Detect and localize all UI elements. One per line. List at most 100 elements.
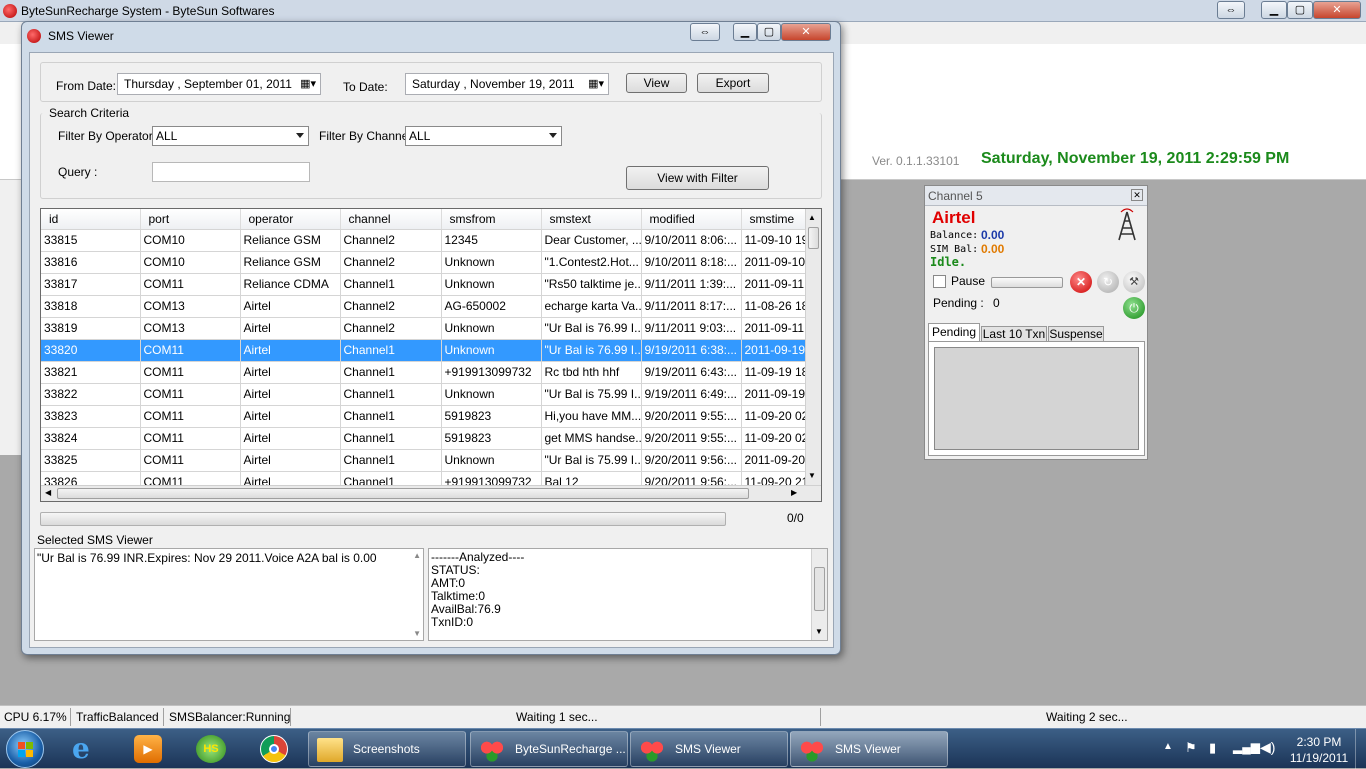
- column-header[interactable]: smstime: [741, 209, 806, 230]
- table-row[interactable]: 33818 COM13 Airtel Channel2 AG-650002 echarge…: [41, 295, 806, 318]
- analyzed-textbox[interactable]: -------Analyzed---- STATUS: AMT:0 Talkti…: [428, 548, 828, 641]
- table-row[interactable]: 33825 COM11 Airtel Channel1 Unknown "Ur Bal i…: [41, 449, 806, 472]
- table-row[interactable]: 33822 COM11 Airtel Channel1 Unknown "Ur Bal i…: [41, 383, 806, 406]
- selected-sms-textbox[interactable]: "Ur Bal is 76.99 INR.Expires: Nov 29 201…: [34, 548, 424, 641]
- table-cell: Hi,you have MM...: [541, 405, 642, 428]
- scroll-down-icon[interactable]: ▼: [808, 471, 816, 480]
- filter-channel-select[interactable]: ALL: [405, 126, 562, 146]
- action-center-icon[interactable]: ⚑: [1185, 740, 1197, 756]
- filter-operator-value: ALL: [156, 129, 178, 143]
- chrome-icon[interactable]: [260, 735, 288, 763]
- tab-suspense[interactable]: Suspense: [1048, 326, 1104, 342]
- table-row[interactable]: 33821 COM11 Airtel Channel1 +919913099732 Rc …: [41, 361, 806, 384]
- table-cell: Unknown: [441, 273, 542, 296]
- column-header[interactable]: modified: [641, 209, 742, 230]
- table-cell: COM11: [140, 383, 241, 406]
- close-button[interactable]: ✕: [781, 23, 831, 41]
- from-date-picker[interactable]: Thursday , September 01, 2011 ▦▾: [117, 73, 321, 95]
- table-row[interactable]: 33816 COM10 Reliance GSM Channel2 Unknown "1.…: [41, 251, 806, 274]
- table-row[interactable]: 33823 COM11 Airtel Channel1 5919823 Hi,you ha…: [41, 405, 806, 428]
- table-cell: Airtel: [240, 295, 341, 318]
- table-row[interactable]: 33815 COM10 Reliance GSM Channel2 12345 Dear …: [41, 229, 806, 252]
- minimize-button[interactable]: ▁: [1261, 1, 1287, 19]
- view-with-filter-button[interactable]: View with Filter: [626, 166, 769, 190]
- table-cell: 5919823: [441, 405, 542, 428]
- close-icon[interactable]: ✕: [1131, 189, 1143, 201]
- show-desktop-button[interactable]: [1355, 729, 1366, 769]
- taskbar-item-sms-viewer-2[interactable]: SMS Viewer: [790, 731, 948, 767]
- query-input[interactable]: [152, 162, 310, 182]
- network-icon[interactable]: ▂▄▆: [1233, 740, 1260, 754]
- column-header[interactable]: operator: [240, 209, 341, 230]
- hs-app-icon[interactable]: HS: [196, 735, 226, 763]
- start-button[interactable]: [6, 730, 44, 768]
- column-header[interactable]: port: [140, 209, 241, 230]
- scroll-down-icon[interactable]: ▼: [413, 629, 421, 638]
- resize-button[interactable]: ⇔: [690, 23, 720, 41]
- taskbar-item-screenshots[interactable]: Screenshots: [308, 731, 466, 767]
- table-cell: 33816: [41, 251, 141, 274]
- grid-header-row: id port operator channel smsfrom smstext modif…: [41, 209, 806, 230]
- internet-explorer-icon[interactable]: e: [72, 735, 104, 763]
- analyzed-scrollbar[interactable]: ▼: [811, 549, 827, 640]
- analyzed-line: AvailBal:76.9: [431, 602, 501, 616]
- table-cell: Channel1: [340, 449, 442, 472]
- clock-date[interactable]: 11/19/2011: [1286, 751, 1352, 765]
- volume-icon[interactable]: ◀): [1260, 739, 1275, 756]
- table-cell: Airtel: [240, 361, 341, 384]
- refresh-icon[interactable]: ↻: [1097, 271, 1119, 293]
- tools-icon[interactable]: ⚒: [1123, 271, 1145, 293]
- maximize-button[interactable]: ▢: [757, 23, 781, 41]
- scroll-thumb[interactable]: [808, 227, 819, 249]
- filter-operator-select[interactable]: ALL: [152, 126, 309, 146]
- to-date-label: To Date:: [343, 80, 388, 94]
- scroll-thumb[interactable]: [814, 567, 825, 611]
- view-button[interactable]: View: [626, 73, 687, 93]
- grid-vertical-scrollbar[interactable]: ▲ ▼: [805, 209, 821, 485]
- media-player-icon[interactable]: ▶: [134, 735, 162, 763]
- scroll-thumb[interactable]: [57, 488, 749, 499]
- calendar-icon[interactable]: ▦▾: [588, 74, 604, 94]
- table-row[interactable]: 33817 COM11 Reliance CDMA Channel1 Unknown "R…: [41, 273, 806, 296]
- column-header[interactable]: id: [41, 209, 141, 230]
- column-header[interactable]: smsfrom: [441, 209, 542, 230]
- status-bar: CPU 6.17% TrafficBalanced SMSBalancer:Ru…: [0, 705, 1366, 728]
- grid-horizontal-scrollbar[interactable]: ◀ ▶: [41, 485, 821, 501]
- pause-checkbox[interactable]: [933, 275, 946, 288]
- column-header[interactable]: channel: [340, 209, 442, 230]
- minimize-button[interactable]: ▁: [733, 23, 757, 41]
- table-cell: Channel1: [340, 273, 442, 296]
- table-cell: 33821: [41, 361, 141, 384]
- sms-grid: id port operator channel smsfrom smstext modif…: [40, 208, 822, 502]
- tab-last-10-txn[interactable]: Last 10 Txn: [981, 326, 1047, 342]
- table-cell: Unknown: [441, 317, 542, 340]
- column-header[interactable]: smstext: [541, 209, 642, 230]
- table-row[interactable]: 33820 COM11 Airtel Channel1 Unknown "Ur Bal i…: [41, 339, 806, 362]
- table-row[interactable]: 33824 COM11 Airtel Channel1 5919823 get MMS h…: [41, 427, 806, 450]
- scroll-up-icon[interactable]: ▲: [808, 213, 816, 222]
- channel-title: Channel 5: [928, 189, 983, 203]
- scroll-right-icon[interactable]: ▶: [791, 488, 797, 497]
- calendar-icon[interactable]: ▦▾: [300, 74, 316, 94]
- taskbar-item-bytesunrecharge[interactable]: ByteSunRecharge ...: [470, 731, 628, 767]
- connect-icon[interactable]: ⏻: [1123, 297, 1145, 319]
- stop-icon[interactable]: ✕: [1070, 271, 1092, 293]
- maximize-button[interactable]: ▢: [1287, 1, 1313, 19]
- sms-table: id port operator channel smsfrom smstext modif…: [41, 209, 806, 494]
- show-hidden-icons-icon[interactable]: ▲: [1163, 741, 1173, 752]
- table-row[interactable]: 33819 COM13 Airtel Channel2 Unknown "Ur Bal i…: [41, 317, 806, 340]
- taskbar-item-label: SMS Viewer: [835, 742, 901, 756]
- resize-button[interactable]: ⇔: [1217, 1, 1245, 19]
- table-cell: Airtel: [240, 405, 341, 428]
- power-icon[interactable]: ▮: [1209, 740, 1216, 756]
- taskbar-item-sms-viewer-1[interactable]: SMS Viewer: [630, 731, 788, 767]
- tab-pending[interactable]: Pending: [928, 323, 980, 342]
- to-date-picker[interactable]: Saturday , November 19, 2011 ▦▾: [405, 73, 609, 95]
- clock-time[interactable]: 2:30 PM: [1294, 735, 1344, 749]
- scroll-down-icon[interactable]: ▼: [815, 625, 823, 638]
- scroll-up-icon[interactable]: ▲: [413, 551, 421, 560]
- scroll-left-icon[interactable]: ◀: [45, 488, 51, 497]
- close-button[interactable]: ✕: [1313, 1, 1361, 19]
- export-button[interactable]: Export: [697, 73, 769, 93]
- pending-list[interactable]: [934, 347, 1139, 450]
